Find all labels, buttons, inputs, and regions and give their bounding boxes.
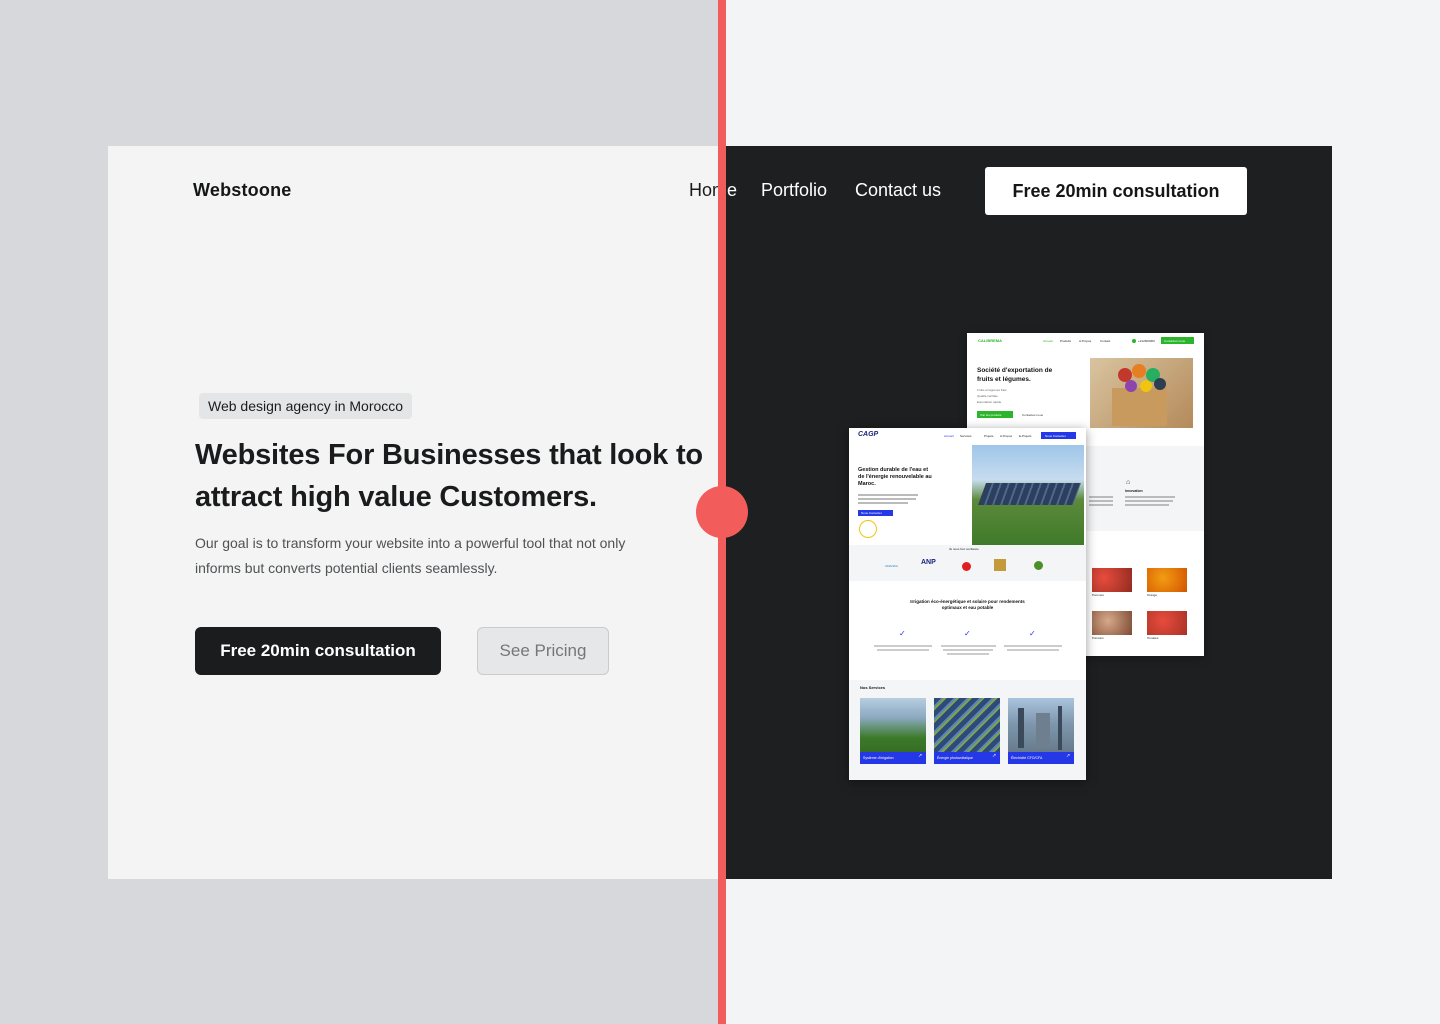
product-onions-label: Poivrons: [1092, 636, 1104, 640]
mock-back-nav-4: Contact: [1100, 339, 1111, 343]
mock-front-services-title: Nos Services: [860, 685, 886, 690]
partner-logo-2: ANP: [921, 559, 936, 566]
partner-logo-1: AMANDA: [885, 564, 898, 568]
headline-line-2: attract high value Customers.: [195, 481, 597, 513]
consultation-button[interactable]: Free 20min consultation: [195, 627, 441, 675]
product-oranges-image: [1147, 568, 1187, 592]
service-irrigation-label: Système d'irrigation: [863, 756, 894, 760]
mock-front-btn-label: Nous Contacter: [861, 511, 882, 515]
mock-front-logo: CAGP: [858, 431, 879, 438]
arrow-icon-3: ↗: [1066, 753, 1071, 759]
service-solar-label: Énergie photovoltaïque: [937, 756, 973, 760]
partner-logo-5-icon: [1034, 561, 1043, 570]
mock-back-cta-label: Contactez-nous: [1164, 339, 1186, 343]
mock-back-nav-3: A Propos: [1079, 339, 1092, 343]
mock-front-title-1: Gestion durable de l'eau et: [858, 467, 929, 473]
mock-back-title: Société d'exportation de fruits et légum…: [977, 366, 1052, 384]
mock-back-title-2: fruits et légumes.: [977, 376, 1031, 383]
mock-back-btn-1-label: Voir les produits: [980, 413, 1002, 417]
hero-headline: Websites For Businesses that look to att…: [195, 434, 715, 518]
headline-line-1: Websites For Businesses that look to: [195, 439, 703, 471]
mock-front-title-3: Maroc.: [858, 481, 876, 487]
subtext-line-1: Our goal is to transform your website in…: [195, 535, 626, 551]
check-icon-3: ✓: [1029, 629, 1036, 638]
mock-front-title: Gestion durable de l'eau et de l'énergie…: [858, 467, 932, 488]
whatsapp-icon: [1132, 339, 1136, 343]
mock-front-nav-4: A Propos: [1000, 434, 1013, 438]
mock-back-logo: CALIBREMA: [978, 338, 1002, 343]
product-oranges-label: Orange: [1147, 593, 1158, 597]
check-icon-1: ✓: [899, 629, 906, 638]
mock-back-nav-1: Accueil: [1043, 339, 1053, 343]
badge-seal-icon: [859, 520, 877, 538]
nav-consultation-button[interactable]: Free 20min consultation: [985, 167, 1247, 215]
mock-back-title-1: Société d'exportation de: [977, 367, 1053, 374]
solar-panels-image: [972, 445, 1084, 545]
section-title-2: optimaux et eau potable: [941, 605, 994, 610]
product-tomatoes-label: Tomates: [1147, 636, 1159, 640]
fruit-box-image: [1090, 358, 1193, 428]
mock-back-bullet-1: Fruits et légumes frais: [977, 388, 1007, 392]
product-apples-label: Pommes: [1092, 593, 1104, 597]
hero-subtext: Our goal is to transform your website in…: [195, 531, 695, 581]
service-electricity-label: Électricité CFO/CFA: [1011, 756, 1043, 760]
comparison-slider-handle[interactable]: [696, 486, 748, 538]
mock-front-nav-2: Services: [960, 434, 972, 438]
product-tomatoes-image: [1147, 611, 1187, 635]
subtext-line-2: informs but converts potential clients s…: [195, 560, 498, 576]
product-onions-image: [1092, 611, 1132, 635]
hero-badge: Web design agency in Morocco: [199, 393, 413, 419]
mock-front-nav-3: Projets: [984, 434, 994, 438]
partner-logo-4-icon: [994, 559, 1006, 571]
check-icon-2: ✓: [964, 629, 971, 638]
mock-back-feature-title: Innovation: [1125, 489, 1143, 493]
nav-contact-link[interactable]: Contact us: [855, 180, 941, 201]
portfolio-mockup-energy[interactable]: CAGP Accueil Services Projets A Propos E…: [849, 428, 1086, 780]
product-apples-image: [1092, 568, 1132, 592]
see-pricing-button[interactable]: See Pricing: [477, 627, 609, 675]
arrow-icon-1: ↗: [918, 753, 923, 759]
mock-front-section-title: Irrigation éco-énergétique et solaire po…: [849, 599, 1086, 611]
mock-back-nav-2: Produits: [1060, 339, 1072, 343]
partner-logo-3-icon: [962, 562, 971, 571]
mock-front-title-2: de l'énergie renouvelable au: [858, 474, 932, 480]
mock-front-trust-label: Ils nous font confiance: [949, 547, 979, 551]
mock-front-cta-label: Nous Contacter: [1045, 434, 1066, 438]
arrow-icon-2: ↗: [992, 753, 997, 759]
mock-front-nav-5: E-Projets: [1019, 434, 1032, 438]
mock-back-phone: +212600000: [1138, 339, 1155, 343]
mock-back-btn-2-label: Contactez-nous: [1022, 413, 1044, 417]
mock-back-bullet-3: Exportation rapide: [977, 400, 1002, 404]
mock-front-nav-1: Accueil: [944, 434, 954, 438]
section-title-1: Irrigation éco-énergétique et solaire po…: [910, 599, 1025, 604]
mock-back-bullet-2: Qualité certifiée: [977, 394, 998, 398]
lightbulb-icon: ⌂: [1126, 479, 1131, 486]
nav-portfolio-link[interactable]: Portfolio: [761, 180, 827, 201]
